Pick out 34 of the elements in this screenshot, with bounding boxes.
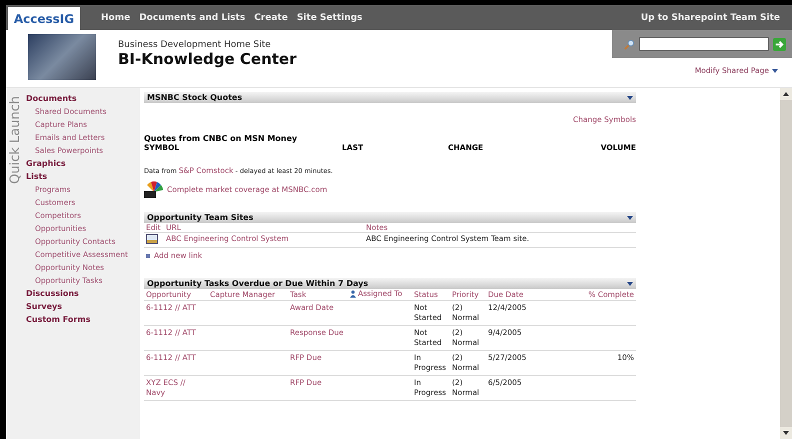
quick-launch-label: Quick Launch xyxy=(8,96,24,184)
caret-icon[interactable] xyxy=(627,216,633,220)
sidebar-heading[interactable]: Surveys xyxy=(26,300,131,313)
scroll-up-icon[interactable] xyxy=(780,88,792,100)
site-title: BI-Knowledge Center xyxy=(118,50,296,68)
caret-icon[interactable] xyxy=(772,68,778,72)
peacock-logo-icon xyxy=(144,180,164,198)
up-to-site-link[interactable]: Up to Sharepoint Team Site xyxy=(640,12,780,22)
sidebar-heading[interactable]: Discussions xyxy=(26,287,131,300)
logo[interactable]: AccessIG xyxy=(8,7,80,30)
webpart-title: MSNBC Stock Quotes xyxy=(147,93,242,102)
webpart-title: Opportunity Tasks Overdue or Due Within 7 Days xyxy=(147,279,368,288)
bullet-icon xyxy=(146,254,150,258)
scrollbar[interactable] xyxy=(780,88,792,439)
webpart-title: Opportunity Team Sites xyxy=(147,213,254,222)
sidebar-heading[interactable]: Custom Forms xyxy=(26,313,131,326)
quotes-title: Quotes from CNBC on MSN Money xyxy=(144,134,298,143)
nav-link[interactable]: Create xyxy=(254,12,288,22)
caret-icon[interactable] xyxy=(627,282,633,286)
site-subtitle: Business Development Home Site xyxy=(118,40,272,50)
search-icon xyxy=(624,38,635,50)
go-arrow-icon[interactable] xyxy=(773,38,786,50)
caret-icon[interactable] xyxy=(627,96,633,100)
sidebar-heading[interactable]: Lists xyxy=(26,170,131,183)
sidebar-heading[interactable]: Graphics xyxy=(26,157,131,170)
sidebar-heading[interactable]: Documents xyxy=(26,92,131,105)
photo-placeholder xyxy=(28,34,96,80)
nav-link[interactable]: Home xyxy=(101,12,130,22)
search-field[interactable] xyxy=(639,37,769,51)
nav-link[interactable]: Site Settings xyxy=(296,12,362,22)
person-icon xyxy=(350,290,356,298)
nav-link[interactable]: Documents and Lists xyxy=(139,12,246,22)
scroll-down-icon[interactable] xyxy=(780,427,792,439)
edit-item-icon[interactable] xyxy=(146,234,158,244)
